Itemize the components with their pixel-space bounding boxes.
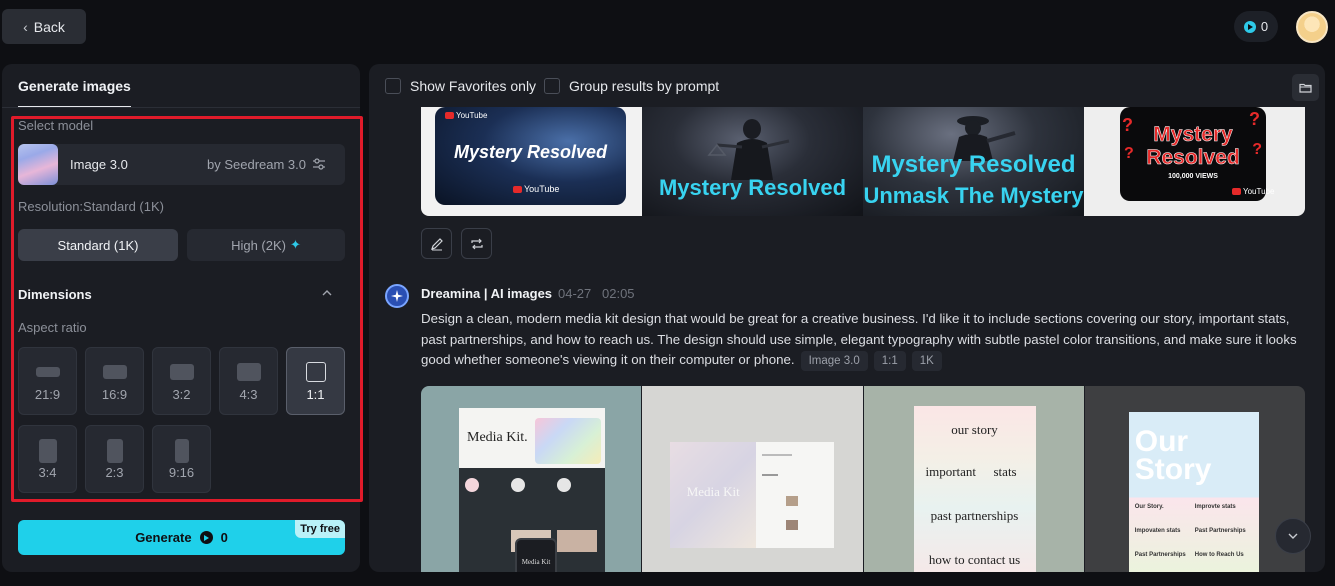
- try-free-badge: Try free: [295, 520, 345, 538]
- dreamina-icon: [385, 284, 409, 308]
- pencil-icon: [430, 237, 443, 250]
- result-image[interactable]: Mystery Resolved Unmask The Mystery: [863, 107, 1084, 216]
- generate-label: Generate: [135, 530, 192, 545]
- section-our-story: our story: [951, 422, 998, 437]
- booklet-right-page: [756, 442, 835, 548]
- results-panel: Show Favorites only Group results by pro…: [369, 64, 1325, 572]
- thumbnail-views: 100,000 VIEWS: [1168, 173, 1218, 180]
- phone-mockup: Media Kit: [515, 538, 557, 572]
- agent-name: Dreamina | AI images: [421, 286, 553, 301]
- credit-icon: [199, 531, 213, 544]
- youtube-logo: YouTube: [1232, 187, 1274, 196]
- result-image[interactable]: Media Kit. Media Kit: [421, 386, 642, 572]
- generate-credits: 0: [220, 530, 228, 545]
- credits-count: 0: [1260, 19, 1269, 34]
- section-contact: how to contact us: [928, 552, 1021, 567]
- question-mark-icon: ?: [1122, 115, 1133, 135]
- section-past-partnerships: past partnerships: [930, 508, 1019, 523]
- thumbnail-title: Mystery Resolved: [453, 142, 608, 162]
- result-image[interactable]: Mystery Resolved: [642, 107, 863, 216]
- chevron-down-icon: [1288, 533, 1298, 539]
- resolution-chip: 1K: [911, 351, 942, 371]
- group-results-toggle[interactable]: Group results by prompt: [544, 78, 719, 94]
- media-kit-title: Media Kit.: [467, 430, 528, 445]
- avatar[interactable]: [1296, 11, 1328, 43]
- edit-button[interactable]: [421, 228, 452, 259]
- result-image[interactable]: Our Story Our Story. Improvte stats Impo…: [1084, 386, 1305, 572]
- result-image[interactable]: Media Kit: [642, 386, 863, 572]
- booklet-left-page: Media Kit: [670, 442, 757, 548]
- phone-title: Media Kit: [521, 558, 551, 566]
- message-time: 02:05: [602, 286, 635, 301]
- thumbnail-title: Mystery Resolved: [658, 175, 847, 200]
- thumbnail-title: Mystery Resolved: [1146, 123, 1240, 170]
- result-image[interactable]: our story important stats past partnersh…: [863, 386, 1084, 572]
- credit-icon: [1243, 20, 1256, 33]
- poster-item: Past Partnerships: [1194, 528, 1246, 534]
- result-image-row: YouTube Mystery Resolved YouTube Mystery…: [421, 107, 1305, 216]
- generate-button[interactable]: Generate 0 Try free: [18, 520, 345, 555]
- result-image[interactable]: ? ? ? ? Mystery Resolved 100,000 VIEWS Y…: [1084, 107, 1305, 216]
- show-favorites-toggle[interactable]: Show Favorites only: [385, 78, 536, 94]
- credits-badge[interactable]: 0: [1234, 11, 1278, 42]
- folder-button[interactable]: [1292, 74, 1319, 101]
- thumbnail-title: Mystery Resolved: [871, 151, 1076, 178]
- our-story-poster: Our Story Our Story. Improvte stats Impo…: [1128, 412, 1259, 572]
- poster-item: Past Partnerships: [1134, 552, 1186, 558]
- section-important: important: [925, 464, 977, 479]
- highlight-box: [11, 116, 363, 502]
- question-mark-icon: ?: [1252, 141, 1262, 158]
- folder-icon: [1299, 83, 1312, 93]
- message-date: 04-27: [558, 286, 592, 301]
- tab-divider: [2, 107, 360, 108]
- repeat-icon: [470, 238, 483, 249]
- youtube-logo: YouTube: [445, 111, 487, 120]
- tab-generate-images[interactable]: Generate images: [18, 78, 131, 108]
- pastel-page: our story important stats past partnersh…: [913, 406, 1036, 572]
- poster-item: Improvte stats: [1194, 504, 1236, 510]
- prompt-text: Design a clean, modern media kit design …: [421, 309, 1311, 371]
- poster-item: Impovaten stats: [1134, 528, 1181, 534]
- show-favorites-label: Show Favorites only: [410, 78, 537, 94]
- result-image-row: Media Kit. Media Kit Media Kit our story…: [421, 386, 1305, 572]
- model-chip: Image 3.0: [800, 351, 868, 371]
- question-mark-icon: ?: [1124, 145, 1134, 162]
- chevron-left-icon: ‹: [23, 18, 28, 35]
- poster-item: How to Reach Us: [1194, 552, 1244, 558]
- result-image[interactable]: YouTube Mystery Resolved YouTube: [421, 107, 642, 216]
- youtube-logo: YouTube: [513, 184, 559, 194]
- checkbox[interactable]: [544, 78, 560, 94]
- section-stats: stats: [993, 464, 1017, 479]
- regenerate-button[interactable]: [461, 228, 492, 259]
- back-button[interactable]: ‹ Back: [2, 9, 86, 44]
- poster-title: Our Story: [1134, 425, 1212, 486]
- thumbnail-card: YouTube Mystery Resolved YouTube: [435, 107, 626, 205]
- thumbnail-card: ? ? ? ? Mystery Resolved 100,000 VIEWS Y…: [1120, 107, 1274, 201]
- scroll-down-button[interactable]: [1275, 518, 1311, 554]
- figure-silhouette: [707, 119, 790, 180]
- poster-item: Our Story.: [1134, 504, 1164, 510]
- thumbnail-subtitle: Unmask The Mystery: [863, 183, 1084, 208]
- booklet-title: Media Kit: [686, 484, 740, 499]
- back-label: Back: [33, 18, 65, 35]
- gradient-block: [535, 418, 601, 464]
- generate-panel: Generate images Select model Image 3.0 b…: [2, 64, 363, 572]
- checkbox[interactable]: [385, 78, 401, 94]
- group-results-label: Group results by prompt: [569, 78, 720, 94]
- ratio-chip: 1:1: [873, 351, 906, 371]
